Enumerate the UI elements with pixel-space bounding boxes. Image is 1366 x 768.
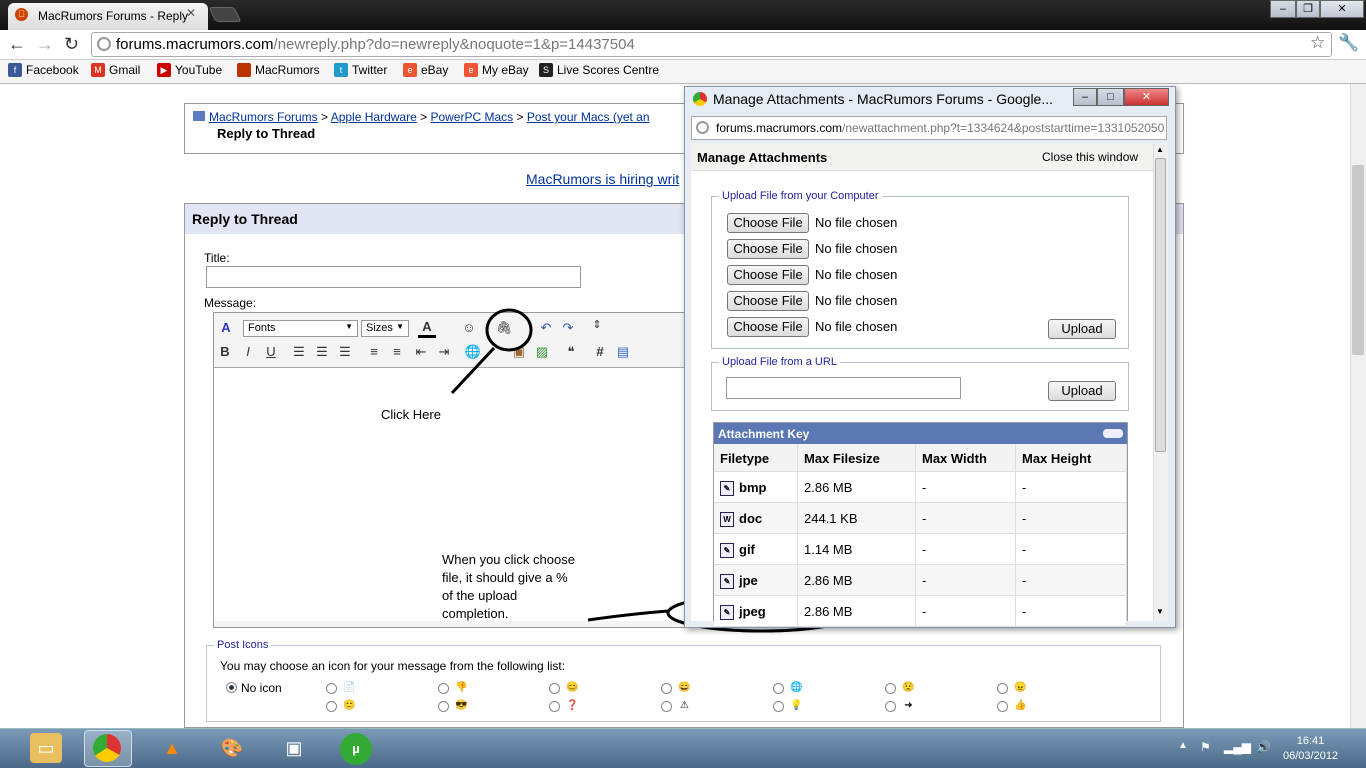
table-cell-size: 2.86 MB xyxy=(798,596,916,627)
upload-url-button[interactable]: Upload xyxy=(1048,381,1116,401)
no-file-chosen-label: No file chosen xyxy=(815,293,898,308)
table-cell-size: 2.86 MB xyxy=(798,472,916,503)
url-input[interactable] xyxy=(726,377,961,399)
paint-icon[interactable]: 🎨 xyxy=(216,733,248,763)
paperclip-circle-annotation xyxy=(485,308,533,352)
file-type-icon: ✎ xyxy=(720,605,734,621)
popup-title: Manage Attachments - MacRumors Forums - … xyxy=(713,91,1054,107)
no-file-chosen-label: No file chosen xyxy=(815,267,898,282)
column-header-max-height: Max Height xyxy=(1016,444,1127,472)
table-cell-width: - xyxy=(916,534,1016,565)
file-type-label: jpe xyxy=(739,573,758,588)
popup-maximize-button[interactable]: □ xyxy=(1097,88,1124,106)
upload-note-annotation: When you click choose file, it should gi… xyxy=(442,552,575,621)
table-cell-type: ✎ jpeg xyxy=(714,596,798,627)
show-hidden-icons-icon[interactable]: ▲ xyxy=(1178,740,1188,751)
table-cell-type: ✎ bmp xyxy=(714,472,798,503)
table-cell-height: - xyxy=(1016,534,1127,565)
table-cell-width: - xyxy=(916,565,1016,596)
table-cell-width: - xyxy=(916,596,1016,627)
no-file-chosen-label: No file chosen xyxy=(815,241,898,256)
file-type-label: doc xyxy=(739,511,763,526)
system-clock[interactable]: 16:41 06/03/2012 xyxy=(1283,734,1338,764)
network-app-icon[interactable]: ▣ xyxy=(278,733,310,763)
popup-globe-icon xyxy=(696,121,709,134)
upload-url-legend: Upload File from a URL xyxy=(719,356,840,368)
vlc-icon[interactable]: ▲ xyxy=(156,733,188,763)
attachment-key-header: Attachment Key xyxy=(714,423,1127,444)
column-header-max-width: Max Width xyxy=(916,444,1016,472)
click-here-annotation: Click Here xyxy=(381,407,441,422)
table-cell-type: ✎ jpe xyxy=(714,565,798,596)
file-type-label: gif xyxy=(739,542,755,557)
upload-computer-button[interactable]: Upload xyxy=(1048,319,1116,339)
clock-date: 06/03/2012 xyxy=(1283,750,1339,762)
no-file-chosen-label: No file chosen xyxy=(815,319,898,334)
column-header-max-filesize: Max Filesize xyxy=(798,444,916,472)
column-header-filetype: Filetype xyxy=(714,444,798,472)
utorrent-icon[interactable]: µ xyxy=(340,733,372,765)
choose-file-button-1[interactable]: Choose File xyxy=(727,239,809,259)
collapse-toggle-icon[interactable] xyxy=(1103,429,1123,438)
popup-minimize-button[interactable]: – xyxy=(1073,88,1097,106)
windows-taskbar xyxy=(0,728,1366,768)
file-type-icon: ✎ xyxy=(720,481,734,497)
scroll-down-icon[interactable]: ▼ xyxy=(1156,607,1164,616)
close-this-window-link[interactable]: Close this window xyxy=(1042,150,1138,164)
file-type-icon: ✎ xyxy=(720,543,734,559)
file-type-icon: ✎ xyxy=(720,574,734,590)
choose-file-button-3[interactable]: Choose File xyxy=(727,291,809,311)
clock-time: 16:41 xyxy=(1296,735,1325,747)
file-type-icon: W xyxy=(720,512,734,528)
file-type-label: bmp xyxy=(739,480,767,495)
note-pointer-line xyxy=(587,609,669,622)
table-cell-size: 244.1 KB xyxy=(798,503,916,534)
paperclip-pointer-line xyxy=(450,346,496,395)
table-cell-height: - xyxy=(1016,565,1127,596)
table-cell-size: 2.86 MB xyxy=(798,565,916,596)
choose-file-button-4[interactable]: Choose File xyxy=(727,317,809,337)
volume-icon[interactable]: 🔊 xyxy=(1256,740,1271,754)
popup-scrollbar-thumb[interactable] xyxy=(1155,158,1166,452)
manage-attachments-heading: Manage Attachments xyxy=(697,150,828,165)
table-cell-width: - xyxy=(916,503,1016,534)
table-cell-width: - xyxy=(916,472,1016,503)
table-cell-height: - xyxy=(1016,596,1127,627)
no-file-chosen-label: No file chosen xyxy=(815,215,898,230)
scroll-up-icon[interactable]: ▲ xyxy=(1156,145,1164,154)
popup-close-button[interactable]: ✕ xyxy=(1124,88,1169,106)
explorer-folder-icon[interactable]: ▭ xyxy=(30,733,62,763)
network-signal-icon[interactable]: ▂▄▆ xyxy=(1224,740,1251,754)
table-cell-height: - xyxy=(1016,472,1127,503)
upload-computer-legend: Upload File from your Computer xyxy=(719,190,882,202)
table-cell-height: - xyxy=(1016,503,1127,534)
choose-file-button-2[interactable]: Choose File xyxy=(727,265,809,285)
table-cell-type: Wdoc xyxy=(714,503,798,534)
action-center-flag-icon[interactable]: ⚑ xyxy=(1200,740,1211,754)
popup-address-bar[interactable]: forums.macrumors.com/newattachment.php?t… xyxy=(691,116,1167,140)
chrome-logo-icon xyxy=(693,92,707,106)
chrome-taskbar-icon xyxy=(93,734,121,762)
choose-file-button-0[interactable]: Choose File xyxy=(727,213,809,233)
file-type-label: jpeg xyxy=(739,604,766,619)
table-cell-type: ✎ gif xyxy=(714,534,798,565)
table-cell-size: 1.14 MB xyxy=(798,534,916,565)
